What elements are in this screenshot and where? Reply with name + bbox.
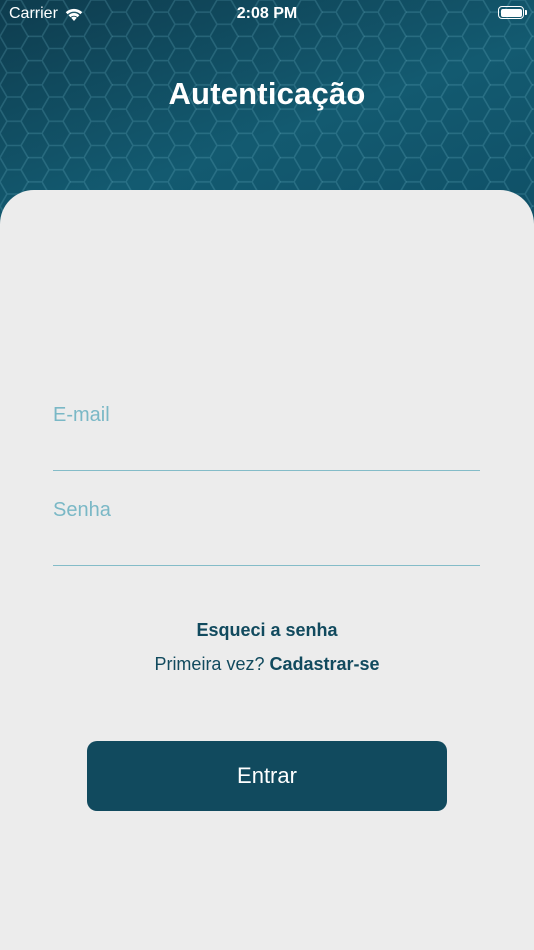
signup-link[interactable]: Cadastrar-se — [269, 654, 379, 674]
login-button[interactable]: Entrar — [87, 741, 447, 811]
forgot-password-link[interactable]: Esqueci a senha — [0, 620, 534, 641]
password-placeholder: Senha — [53, 499, 111, 521]
login-button-label: Entrar — [237, 763, 297, 788]
status-bar: Carrier 2:08 PM — [0, 0, 534, 28]
first-time-label: Primeira vez? — [154, 654, 265, 674]
signup-row: Primeira vez? Cadastrar-se — [0, 654, 534, 675]
status-time: 2:08 PM — [236, 5, 298, 22]
login-card: E-mail Senha Esqueci a senha Primeira ve… — [0, 190, 534, 950]
battery-icon — [498, 6, 527, 19]
page-title: Autenticação — [168, 76, 366, 111]
email-field[interactable]: E-mail — [53, 400, 480, 471]
password-field[interactable]: Senha — [53, 495, 480, 566]
email-placeholder: E-mail — [53, 404, 110, 426]
